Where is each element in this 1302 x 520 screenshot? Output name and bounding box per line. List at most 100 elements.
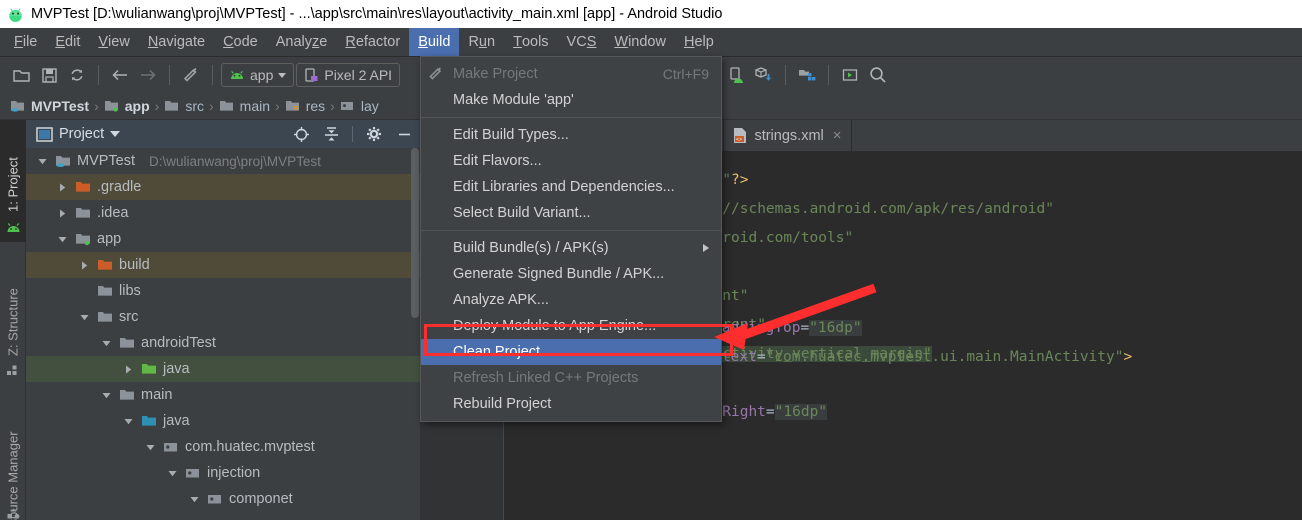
menu-item-deploy-module-to-app-engine[interactable]: Deploy Module to App Engine...: [421, 313, 721, 339]
chevron-down-icon[interactable]: [188, 493, 201, 506]
tree-row-libs[interactable]: libs: [26, 278, 420, 304]
chevron-right-icon[interactable]: [56, 207, 69, 220]
tree-row-idea[interactable]: .idea: [26, 200, 420, 226]
project-tool-window: Project MVPTest D:\wulianwang\proj\MVPTe…: [26, 120, 420, 520]
sync-refresh-icon[interactable]: [64, 62, 90, 88]
menu-item-edit-flavors[interactable]: Edit Flavors...: [421, 148, 721, 174]
project-structure-icon[interactable]: [794, 62, 820, 88]
sdk-download-icon[interactable]: [751, 62, 777, 88]
breadcrumb-item-layout[interactable]: lay: [340, 98, 379, 114]
sidebar-item-project[interactable]: 1: Project: [0, 120, 26, 212]
project-tree-scrollbar[interactable]: [411, 148, 419, 318]
android-head-icon: [229, 70, 245, 81]
menu-code[interactable]: Code: [214, 28, 267, 56]
chevron-down-icon[interactable]: [56, 233, 69, 246]
menu-item-edit-libraries-and-dependencies[interactable]: Edit Libraries and Dependencies...: [421, 174, 721, 200]
project-panel-title: Project: [59, 126, 105, 142]
build-hammer-icon[interactable]: [178, 62, 204, 88]
menu-build[interactable]: Build: [409, 28, 460, 56]
menu-item-select-build-variant[interactable]: Select Build Variant...: [421, 200, 721, 226]
menu-item-generate-signed-bundle-apk[interactable]: Generate Signed Bundle / APK...: [421, 261, 721, 287]
sidebar-item-structure[interactable]: Z: Structure: [0, 250, 26, 356]
tree-row-gradle[interactable]: .gradle: [26, 174, 420, 200]
collapse-all-icon[interactable]: [319, 122, 343, 146]
menu-navigate[interactable]: Navigate: [139, 28, 214, 56]
tree-row-java-androidtest[interactable]: java: [26, 356, 420, 382]
tree-row-androidtest[interactable]: androidTest: [26, 330, 420, 356]
menu-vcs[interactable]: VC S: [558, 28, 606, 56]
chevron-down-icon[interactable]: [110, 131, 121, 137]
module-folder-icon: [104, 99, 120, 113]
build-menu-popup[interactable]: Make Project Ctrl+F9 Make Module 'app' E…: [420, 56, 722, 422]
tree-row-build[interactable]: build: [26, 252, 420, 278]
menu-item-clean-project[interactable]: Clean Project: [421, 339, 721, 365]
chevron-down-icon[interactable]: [144, 441, 157, 454]
menu-edit[interactable]: Edit: [46, 28, 89, 56]
menu-view[interactable]: View: [89, 28, 138, 56]
breadcrumb-label: app: [124, 98, 150, 114]
menu-analyze[interactable]: Analy z e: [267, 28, 337, 56]
menu-refactor[interactable]: Refactor: [336, 28, 409, 56]
tree-row-label: java: [163, 361, 190, 377]
forward-arrow-icon[interactable]: [135, 62, 161, 88]
tree-row-java-main[interactable]: java: [26, 408, 420, 434]
run-configuration-selector[interactable]: app: [221, 63, 295, 87]
avd-manager-icon[interactable]: [837, 62, 863, 88]
menu-item-make-project[interactable]: Make Project Ctrl+F9: [421, 61, 721, 87]
back-arrow-icon[interactable]: [107, 62, 133, 88]
open-folder-icon[interactable]: [8, 62, 34, 88]
android-device-monitor-icon[interactable]: [723, 62, 749, 88]
hide-minimize-icon[interactable]: [392, 122, 416, 146]
settings-gear-icon[interactable]: [362, 122, 386, 146]
menu-item-edit-build-types[interactable]: Edit Build Types...: [421, 122, 721, 148]
device-target-selector[interactable]: Pixel 2 API: [296, 63, 401, 87]
tree-row-src[interactable]: src: [26, 304, 420, 330]
tree-row-path: D:\wulianwang\proj\MVPTest: [149, 153, 321, 169]
resource-manager-icon[interactable]: [0, 500, 26, 520]
tree-row-componet[interactable]: componet: [26, 486, 420, 512]
menu-file[interactable]: File: [5, 28, 46, 56]
locate-target-icon[interactable]: [289, 122, 313, 146]
chevron-down-icon[interactable]: [100, 389, 113, 402]
save-all-icon[interactable]: [36, 62, 62, 88]
structure-icon[interactable]: [0, 356, 26, 384]
android-view-icon[interactable]: [0, 212, 26, 242]
close-icon[interactable]: ×: [830, 128, 842, 143]
menu-item-label: Edit Libraries and Dependencies...: [453, 179, 675, 195]
menu-item-label: Select Build Variant...: [453, 205, 591, 221]
tree-row-mvptest[interactable]: MVPTest D:\wulianwang\proj\MVPTest: [26, 148, 420, 174]
menu-window[interactable]: Window: [605, 28, 675, 56]
breadcrumb-item-app[interactable]: app: [104, 98, 150, 114]
tree-row-injection[interactable]: injection: [26, 460, 420, 486]
chevron-down-icon[interactable]: [166, 467, 179, 480]
menu-item-analyze-apk[interactable]: Analyze APK...: [421, 287, 721, 313]
chevron-right-icon[interactable]: [122, 363, 135, 376]
chevron-down-icon[interactable]: [278, 72, 287, 78]
menu-item-refresh-linked-cpp-projects[interactable]: Refresh Linked C++ Projects: [421, 365, 721, 391]
search-everywhere-icon[interactable]: [865, 62, 891, 88]
menu-separator: [421, 117, 721, 118]
breadcrumb-item-main[interactable]: main: [219, 98, 270, 114]
tree-row-main[interactable]: main: [26, 382, 420, 408]
project-tree[interactable]: MVPTest D:\wulianwang\proj\MVPTest .grad…: [26, 148, 420, 520]
menu-tools[interactable]: Tools: [504, 28, 557, 56]
breadcrumb-item-mvptest[interactable]: MVPTest: [10, 98, 89, 114]
menu-item-make-module-app[interactable]: Make Module 'app': [421, 87, 721, 113]
chevron-right-icon[interactable]: [56, 181, 69, 194]
chevron-down-icon[interactable]: [78, 311, 91, 324]
breadcrumb-item-src[interactable]: src: [164, 98, 204, 114]
tree-row-label: libs: [119, 283, 141, 299]
editor-tab-strings-xml[interactable]: <> strings.xml ×: [724, 120, 852, 151]
chevron-right-icon[interactable]: [78, 259, 91, 272]
chevron-down-icon[interactable]: [36, 155, 49, 168]
menu-run[interactable]: Run: [459, 28, 504, 56]
chevron-down-icon[interactable]: [100, 337, 113, 350]
menu-item-build-bundles-apks[interactable]: Build Bundle(s) / APK(s): [421, 235, 721, 261]
tree-row-package-root[interactable]: com.huatec.mvptest: [26, 434, 420, 460]
breadcrumb-item-res[interactable]: res: [285, 98, 325, 114]
menu-help[interactable]: Help: [675, 28, 723, 56]
folder-blue-icon: [141, 414, 157, 428]
chevron-down-icon[interactable]: [122, 415, 135, 428]
tree-row-app[interactable]: app: [26, 226, 420, 252]
menu-item-rebuild-project[interactable]: Rebuild Project: [421, 391, 721, 417]
